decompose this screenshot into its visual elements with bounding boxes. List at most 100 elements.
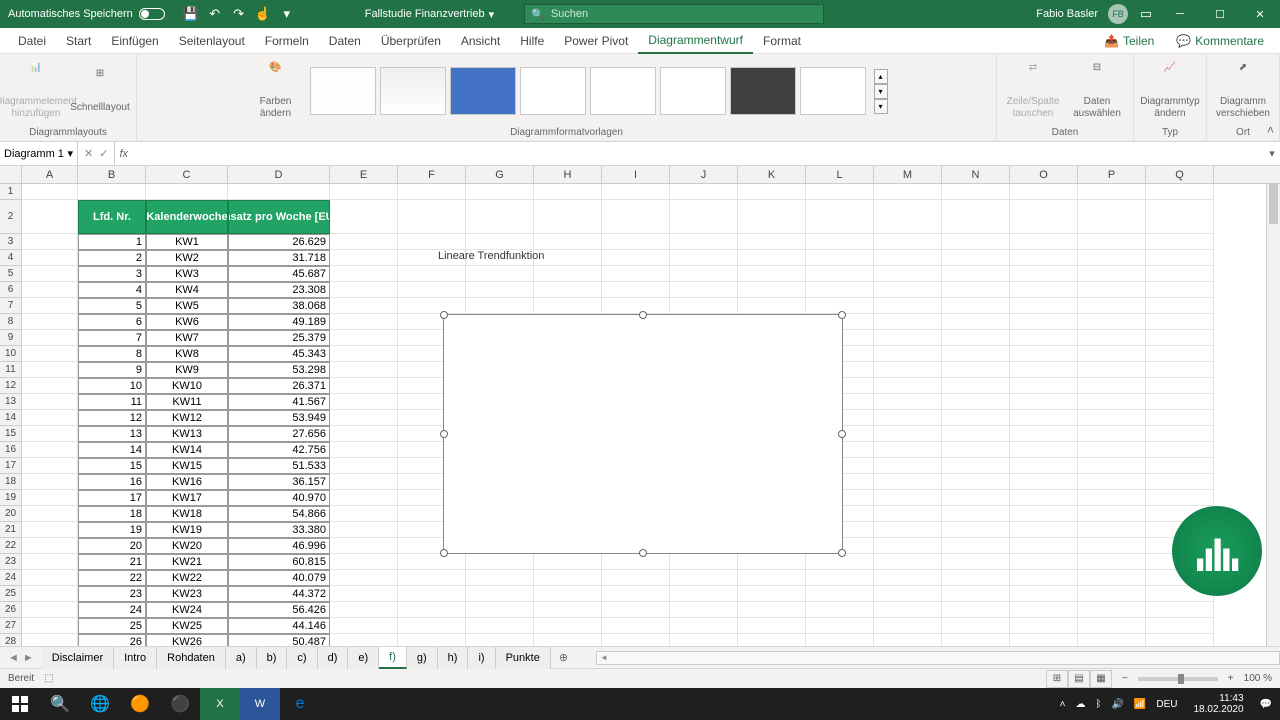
select-all-corner[interactable] xyxy=(0,166,22,183)
sheet-tab-c[interactable]: c) xyxy=(287,647,317,669)
cell-O27[interactable] xyxy=(1010,618,1078,634)
cell-L28[interactable] xyxy=(806,634,874,646)
row-header-26[interactable]: 26 xyxy=(0,602,21,618)
clock[interactable]: 11:43 18.02.2020 xyxy=(1187,693,1249,715)
col-header-Q[interactable]: Q xyxy=(1146,166,1214,183)
cancel-icon[interactable]: ✕ xyxy=(84,147,93,160)
cell-C9[interactable]: KW7 xyxy=(146,330,228,346)
cell-N13[interactable] xyxy=(942,394,1010,410)
cell-K6[interactable] xyxy=(738,282,806,298)
ribbon-mode-icon[interactable]: ▭ xyxy=(1138,6,1154,22)
col-header-C[interactable]: C xyxy=(146,166,228,183)
cell-G6[interactable] xyxy=(466,282,534,298)
row-header-4[interactable]: 4 xyxy=(0,250,21,266)
col-header-I[interactable]: I xyxy=(602,166,670,183)
cell-C2[interactable]: Kalenderwoche xyxy=(146,200,228,234)
cell-A25[interactable] xyxy=(22,586,78,602)
task-app-2[interactable]: 🟠 xyxy=(120,688,160,720)
tab-format[interactable]: Format xyxy=(753,28,811,54)
cell-A8[interactable] xyxy=(22,314,78,330)
cell-C24[interactable]: KW22 xyxy=(146,570,228,586)
cell-M2[interactable] xyxy=(874,200,942,234)
cell-A9[interactable] xyxy=(22,330,78,346)
touch-mode-icon[interactable]: ☝ xyxy=(255,6,271,22)
cell-D5[interactable]: 45.687 xyxy=(228,266,330,282)
cell-O25[interactable] xyxy=(1010,586,1078,602)
cell-Q11[interactable] xyxy=(1146,362,1214,378)
resize-handle[interactable] xyxy=(440,430,448,438)
cell-O24[interactable] xyxy=(1010,570,1078,586)
cell-D8[interactable]: 49.189 xyxy=(228,314,330,330)
cell-F27[interactable] xyxy=(398,618,466,634)
expand-formula-icon[interactable]: ▾ xyxy=(1264,147,1280,160)
cell-D23[interactable]: 60.815 xyxy=(228,554,330,570)
zoom-in-button[interactable]: + xyxy=(1228,673,1234,684)
chart-style-6[interactable] xyxy=(660,67,726,115)
cell-K23[interactable] xyxy=(738,554,806,570)
cell-E1[interactable] xyxy=(330,184,398,200)
cell-I26[interactable] xyxy=(602,602,670,618)
cell-E12[interactable] xyxy=(330,378,398,394)
cell-B23[interactable]: 21 xyxy=(78,554,146,570)
cell-N19[interactable] xyxy=(942,490,1010,506)
chart-style-7[interactable] xyxy=(730,67,796,115)
sheet-tab-rohdaten[interactable]: Rohdaten xyxy=(157,647,226,669)
task-app-1[interactable]: 🌐 xyxy=(80,688,120,720)
sheet-tab-h[interactable]: h) xyxy=(438,647,469,669)
cell-M26[interactable] xyxy=(874,602,942,618)
cell-J25[interactable] xyxy=(670,586,738,602)
cell-N25[interactable] xyxy=(942,586,1010,602)
cell-P3[interactable] xyxy=(1078,234,1146,250)
cell-L24[interactable] xyxy=(806,570,874,586)
sheet-tab-f[interactable]: f) xyxy=(379,647,407,669)
cell-O14[interactable] xyxy=(1010,410,1078,426)
cell-A27[interactable] xyxy=(22,618,78,634)
undo-icon[interactable]: ↶ xyxy=(207,6,223,22)
normal-view-button[interactable]: ⊞ xyxy=(1046,670,1068,688)
cell-C7[interactable]: KW5 xyxy=(146,298,228,314)
cell-P11[interactable] xyxy=(1078,362,1146,378)
cell-H24[interactable] xyxy=(534,570,602,586)
cell-M19[interactable] xyxy=(874,490,942,506)
cell-M27[interactable] xyxy=(874,618,942,634)
cell-D14[interactable]: 53.949 xyxy=(228,410,330,426)
cell-I7[interactable] xyxy=(602,298,670,314)
cell-B27[interactable]: 25 xyxy=(78,618,146,634)
cell-G5[interactable] xyxy=(466,266,534,282)
toggle-switch[interactable] xyxy=(139,8,165,20)
user-avatar[interactable]: FB xyxy=(1108,4,1128,24)
cell-Q15[interactable] xyxy=(1146,426,1214,442)
sheet-tab-i[interactable]: i) xyxy=(468,647,495,669)
cell-N14[interactable] xyxy=(942,410,1010,426)
cell-J26[interactable] xyxy=(670,602,738,618)
cell-D13[interactable]: 41.567 xyxy=(228,394,330,410)
sheet-tab-intro[interactable]: Intro xyxy=(114,647,157,669)
cell-F5[interactable] xyxy=(398,266,466,282)
cell-P8[interactable] xyxy=(1078,314,1146,330)
cell-G25[interactable] xyxy=(466,586,534,602)
cell-E16[interactable] xyxy=(330,442,398,458)
cell-B17[interactable]: 15 xyxy=(78,458,146,474)
cell-C3[interactable]: KW1 xyxy=(146,234,228,250)
cell-B9[interactable]: 7 xyxy=(78,330,146,346)
col-header-H[interactable]: H xyxy=(534,166,602,183)
cell-H3[interactable] xyxy=(534,234,602,250)
row-header-2[interactable]: 2 xyxy=(0,200,21,234)
row-header-7[interactable]: 7 xyxy=(0,298,21,314)
cell-B26[interactable]: 24 xyxy=(78,602,146,618)
cell-O6[interactable] xyxy=(1010,282,1078,298)
cell-Q17[interactable] xyxy=(1146,458,1214,474)
cell-M28[interactable] xyxy=(874,634,942,646)
cell-E3[interactable] xyxy=(330,234,398,250)
cell-C6[interactable]: KW4 xyxy=(146,282,228,298)
cell-M9[interactable] xyxy=(874,330,942,346)
cell-K1[interactable] xyxy=(738,184,806,200)
cell-O23[interactable] xyxy=(1010,554,1078,570)
cell-Q3[interactable] xyxy=(1146,234,1214,250)
cell-B1[interactable] xyxy=(78,184,146,200)
name-box[interactable]: Diagramm 1▾ xyxy=(0,142,78,165)
cell-P4[interactable] xyxy=(1078,250,1146,266)
cell-J27[interactable] xyxy=(670,618,738,634)
cell-D18[interactable]: 36.157 xyxy=(228,474,330,490)
cell-M16[interactable] xyxy=(874,442,942,458)
